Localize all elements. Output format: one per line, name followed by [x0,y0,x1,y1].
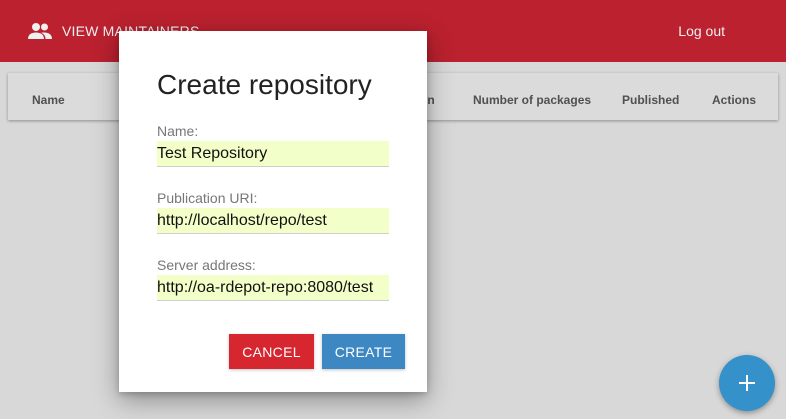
create-repository-dialog: Create repository Name: Publication URI:… [119,31,427,392]
name-field[interactable] [157,141,389,167]
publication-uri-label: Publication URI: [157,190,258,206]
add-repository-button[interactable] [719,355,775,411]
publication-uri-field[interactable] [157,208,389,234]
plus-icon [739,375,755,391]
cancel-button[interactable]: CANCEL [229,334,314,369]
server-address-label: Server address: [157,257,256,273]
create-button[interactable]: CREATE [322,334,405,369]
dialog-title: Create repository [157,69,372,100]
name-label: Name: [157,123,199,139]
server-address-field[interactable] [157,275,389,301]
